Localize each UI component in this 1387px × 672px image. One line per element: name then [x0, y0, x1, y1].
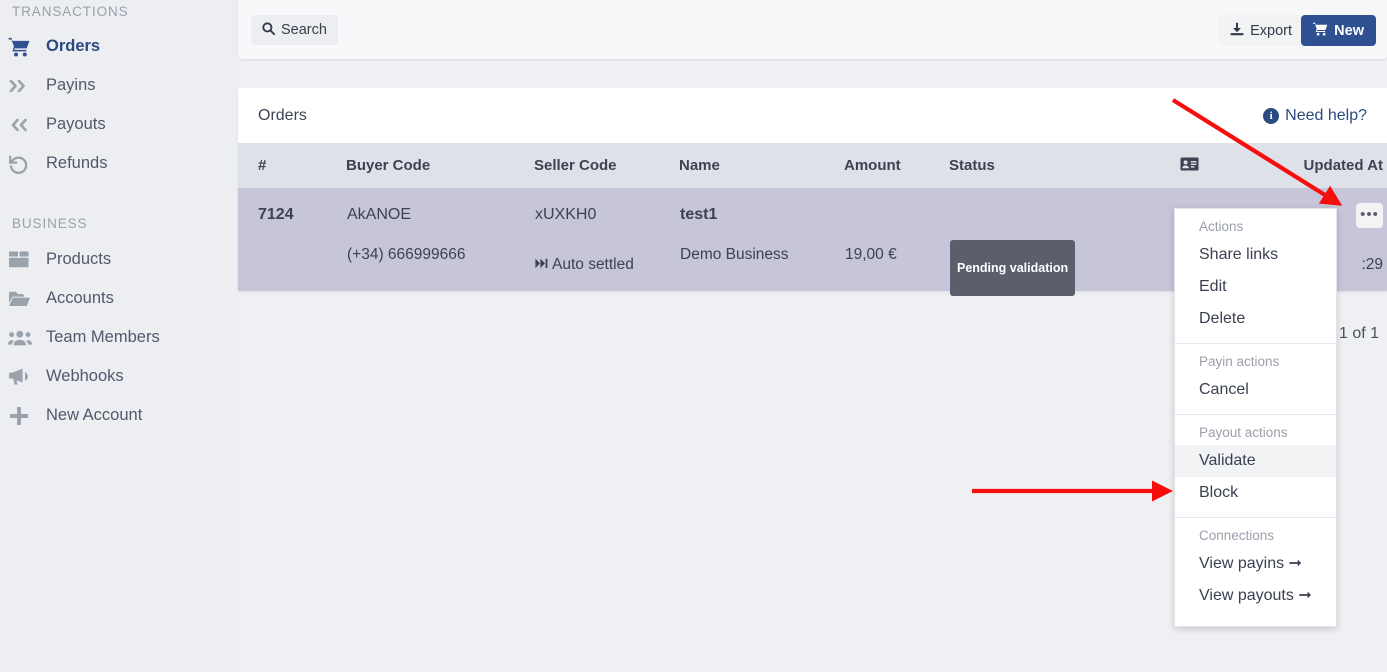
column-header-seller[interactable]: Seller Code	[534, 143, 679, 188]
column-header-amount[interactable]: Amount	[844, 143, 949, 188]
sidebar-item-accounts[interactable]: Accounts	[0, 279, 238, 318]
info-circle-icon: i	[1263, 107, 1280, 124]
cell-seller: xUXKH0 Auto settled	[534, 188, 679, 291]
need-help-label: Need help?	[1285, 106, 1367, 124]
seller-code: xUXKH0	[535, 206, 597, 223]
cart-icon	[1313, 22, 1328, 40]
amount-top	[845, 189, 948, 240]
sidebar-item-label: Products	[46, 250, 112, 268]
seller-settlement: Auto settled	[535, 240, 678, 290]
sidebar-item-label: Payouts	[46, 115, 106, 133]
sidebar-item-refunds[interactable]: Refunds	[0, 144, 238, 183]
dropdown-group-connections: Connections View payins ➞ View payouts ➞	[1175, 518, 1336, 620]
download-icon	[1230, 22, 1244, 40]
search-button-label: Search	[281, 22, 327, 38]
menu-item-view-payouts[interactable]: View payouts ➞	[1175, 580, 1336, 612]
order-number-sub	[258, 240, 345, 290]
export-button[interactable]: Export	[1219, 15, 1303, 46]
users-icon	[8, 327, 38, 349]
dropdown-group-heading: Actions	[1199, 219, 1244, 234]
orders-card-header: Orders i Need help?	[238, 88, 1387, 143]
sidebar-item-payouts[interactable]: Payouts	[0, 105, 238, 144]
dropdown-group-heading: Connections	[1199, 528, 1275, 543]
new-button[interactable]: New	[1301, 15, 1376, 46]
cart-icon	[8, 36, 38, 58]
cell-status: Pending validation	[949, 188, 1134, 296]
dropdown-group-heading: Payout actions	[1199, 425, 1288, 440]
sidebar-item-team-members[interactable]: Team Members	[0, 318, 238, 357]
dropdown-group-actions: Actions Share links Edit Delete	[1175, 209, 1336, 344]
orders-table-head: # Buyer Code Seller Code Name Amount Sta…	[238, 143, 1387, 188]
sidebar: TRANSACTIONS Orders Payins Payouts Refun…	[0, 0, 238, 672]
folder-icon	[8, 288, 38, 310]
search-icon	[262, 21, 276, 39]
sidebar-item-orders[interactable]: Orders	[0, 27, 238, 66]
box-icon	[8, 249, 38, 271]
sidebar-item-products[interactable]: Products	[0, 240, 238, 279]
chevron-double-left-icon	[8, 114, 38, 136]
business-name: Demo Business	[680, 246, 789, 263]
menu-item-view-payins[interactable]: View payins ➞	[1175, 548, 1336, 580]
sidebar-section-title-business: BUSINESS	[12, 216, 88, 231]
buyer-phone: (+34) 666999666	[347, 246, 466, 263]
top-toolbar: Search Export New	[238, 0, 1387, 59]
sidebar-item-webhooks[interactable]: Webhooks	[0, 357, 238, 396]
sidebar-item-label: Refunds	[46, 154, 108, 172]
column-header-num[interactable]: #	[238, 143, 346, 188]
sidebar-item-payins[interactable]: Payins	[0, 66, 238, 105]
updated-at-value: :29	[1361, 256, 1383, 273]
pagination-label: 1 of 1	[1338, 325, 1379, 342]
cell-num: 7124	[238, 188, 346, 291]
buyer-code: AkANOE	[347, 206, 412, 223]
row-actions-button-wrap: •••	[1356, 189, 1383, 240]
dropdown-group-heading: Payin actions	[1199, 354, 1280, 369]
row-actions-dropdown: Actions Share links Edit Delete Payin ac…	[1174, 208, 1337, 627]
page-title: Orders	[258, 106, 307, 124]
order-number: 7124	[258, 206, 294, 223]
megaphone-icon	[8, 366, 38, 388]
menu-item-share-links[interactable]: Share links	[1175, 239, 1336, 271]
menu-item-validate[interactable]: Validate	[1175, 445, 1336, 477]
table-header-row: # Buyer Code Seller Code Name Amount Sta…	[238, 143, 1387, 188]
need-help-link[interactable]: i Need help?	[1263, 107, 1367, 125]
fast-forward-icon	[535, 240, 548, 290]
amount-value: 19,00 €	[845, 246, 897, 263]
sidebar-item-new-account[interactable]: New Account	[0, 396, 238, 435]
sidebar-section-title-transactions: TRANSACTIONS	[12, 4, 129, 19]
seller-settlement-label: Auto settled	[552, 256, 634, 273]
menu-item-block[interactable]: Block	[1175, 477, 1336, 509]
order-name: test1	[680, 206, 718, 223]
dropdown-group-payout-actions: Payout actions Validate Block	[1175, 415, 1336, 518]
chevron-double-right-icon	[8, 75, 38, 97]
cell-amount: 19,00 €	[844, 188, 949, 291]
status-top	[950, 189, 1133, 240]
cell-buyer: AkANOE (+34) 666999666	[346, 188, 534, 291]
column-header-buyer[interactable]: Buyer Code	[346, 143, 534, 188]
ellipsis-icon[interactable]: •••	[1356, 202, 1383, 228]
app-root: TRANSACTIONS Orders Payins Payouts Refun…	[0, 0, 1387, 672]
column-header-status[interactable]: Status	[949, 143, 1134, 188]
undo-icon	[8, 153, 38, 175]
status-wrap: Pending validation	[950, 240, 1133, 296]
plus-icon	[8, 405, 38, 427]
sidebar-item-label: Team Members	[46, 328, 160, 346]
id-card-icon	[1180, 157, 1199, 175]
sidebar-item-label: Webhooks	[46, 367, 124, 385]
sidebar-item-label: Accounts	[46, 289, 114, 307]
status-badge: Pending validation	[950, 240, 1076, 296]
menu-item-cancel[interactable]: Cancel	[1175, 374, 1336, 406]
column-header-updated-at[interactable]: Updated At	[1244, 143, 1387, 188]
menu-item-delete[interactable]: Delete	[1175, 303, 1336, 335]
column-header-id-card[interactable]	[1134, 143, 1244, 188]
cell-name: test1 Demo Business	[679, 188, 844, 291]
dropdown-group-payin-actions: Payin actions Cancel	[1175, 344, 1336, 415]
column-header-name[interactable]: Name	[679, 143, 844, 188]
sidebar-item-label: Payins	[46, 76, 96, 94]
sidebar-item-label: Orders	[46, 37, 101, 55]
sidebar-item-label: New Account	[46, 406, 143, 424]
menu-item-edit[interactable]: Edit	[1175, 271, 1336, 303]
export-button-label: Export	[1250, 22, 1292, 39]
new-button-label: New	[1334, 22, 1364, 39]
search-button[interactable]: Search	[251, 15, 338, 45]
